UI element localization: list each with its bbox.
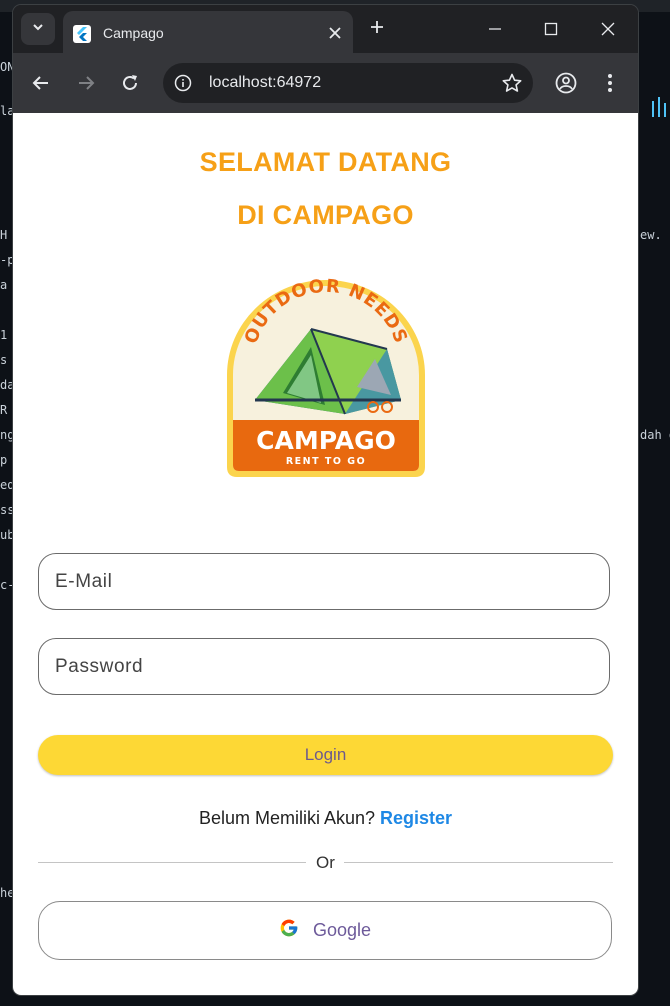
register-link[interactable]: Register: [380, 808, 452, 828]
minimize-button[interactable]: [475, 15, 515, 43]
profile-button[interactable]: [552, 69, 580, 97]
welcome-title-line2: DI CAMPAGO: [237, 200, 414, 230]
close-tab-icon[interactable]: [325, 23, 345, 43]
profile-icon: [555, 72, 577, 94]
login-button[interactable]: Login: [38, 735, 613, 775]
new-tab-button[interactable]: [365, 17, 389, 41]
tab-title: Campago: [103, 25, 164, 41]
background-text: s: [0, 353, 8, 367]
tab-search-button[interactable]: [21, 13, 55, 45]
google-signin-button[interactable]: Google: [38, 901, 612, 960]
arrow-left-icon: [32, 76, 48, 90]
plus-icon: [369, 19, 385, 40]
background-text: H: [0, 228, 8, 242]
divider-line-right: [344, 862, 613, 863]
tab-campago[interactable]: Campago: [63, 11, 353, 53]
register-prompt-line: Belum Memiliki Akun? Register: [13, 808, 638, 829]
browser-toolbar: localhost:64972: [13, 53, 638, 113]
login-button-label: Login: [304, 745, 347, 764]
reload-icon: [123, 75, 137, 90]
email-field[interactable]: [38, 553, 610, 610]
back-button[interactable]: [27, 69, 55, 97]
logo-brand-text: CAMPAGO: [256, 426, 396, 455]
register-prompt-text: Belum Memiliki Akun?: [198, 808, 375, 828]
or-text: Or: [316, 853, 335, 872]
chevron-down-icon: [31, 20, 45, 39]
email-input[interactable]: [53, 554, 597, 610]
bookmark-star-icon[interactable]: [501, 72, 523, 94]
url-text: localhost:64972: [209, 74, 322, 91]
background-text: 1: [0, 328, 8, 342]
reload-button[interactable]: [116, 69, 144, 97]
background-text: ew.: [640, 228, 662, 242]
arrow-right-icon: [79, 76, 95, 90]
address-bar[interactable]: localhost:64972: [163, 63, 533, 103]
info-icon[interactable]: [173, 73, 193, 93]
background-text: a: [0, 278, 8, 292]
menu-button[interactable]: [596, 69, 624, 97]
tab-strip: Campago: [13, 5, 638, 53]
more-vert-icon: [608, 74, 612, 92]
password-field[interactable]: [38, 638, 610, 695]
background-text: p: [0, 453, 8, 467]
or-divider: Or: [38, 853, 613, 873]
password-input[interactable]: [53, 639, 597, 695]
flutter-icon: [73, 25, 91, 43]
background-text: R: [0, 403, 8, 417]
login-page: SELAMAT DATANG DI CAMPAGO OUTDOOR NEEDS: [13, 113, 638, 995]
browser-window: Campago localhost:64972 SELAMAT DATANG D…: [13, 5, 638, 995]
close-window-button[interactable]: [588, 15, 628, 43]
background-text: dah d: [640, 428, 670, 442]
campago-logo: OUTDOOR NEEDS CAMPAGO RENT TO GO: [225, 276, 427, 479]
google-button-label: Google: [312, 920, 372, 940]
maximize-button[interactable]: [531, 15, 571, 43]
forward-button[interactable]: [72, 69, 100, 97]
logo-tagline-text: RENT TO GO: [286, 456, 366, 467]
google-icon: [279, 918, 299, 943]
background-chart-icon: [648, 95, 670, 125]
welcome-title-line1: SELAMAT DATANG: [199, 147, 452, 177]
